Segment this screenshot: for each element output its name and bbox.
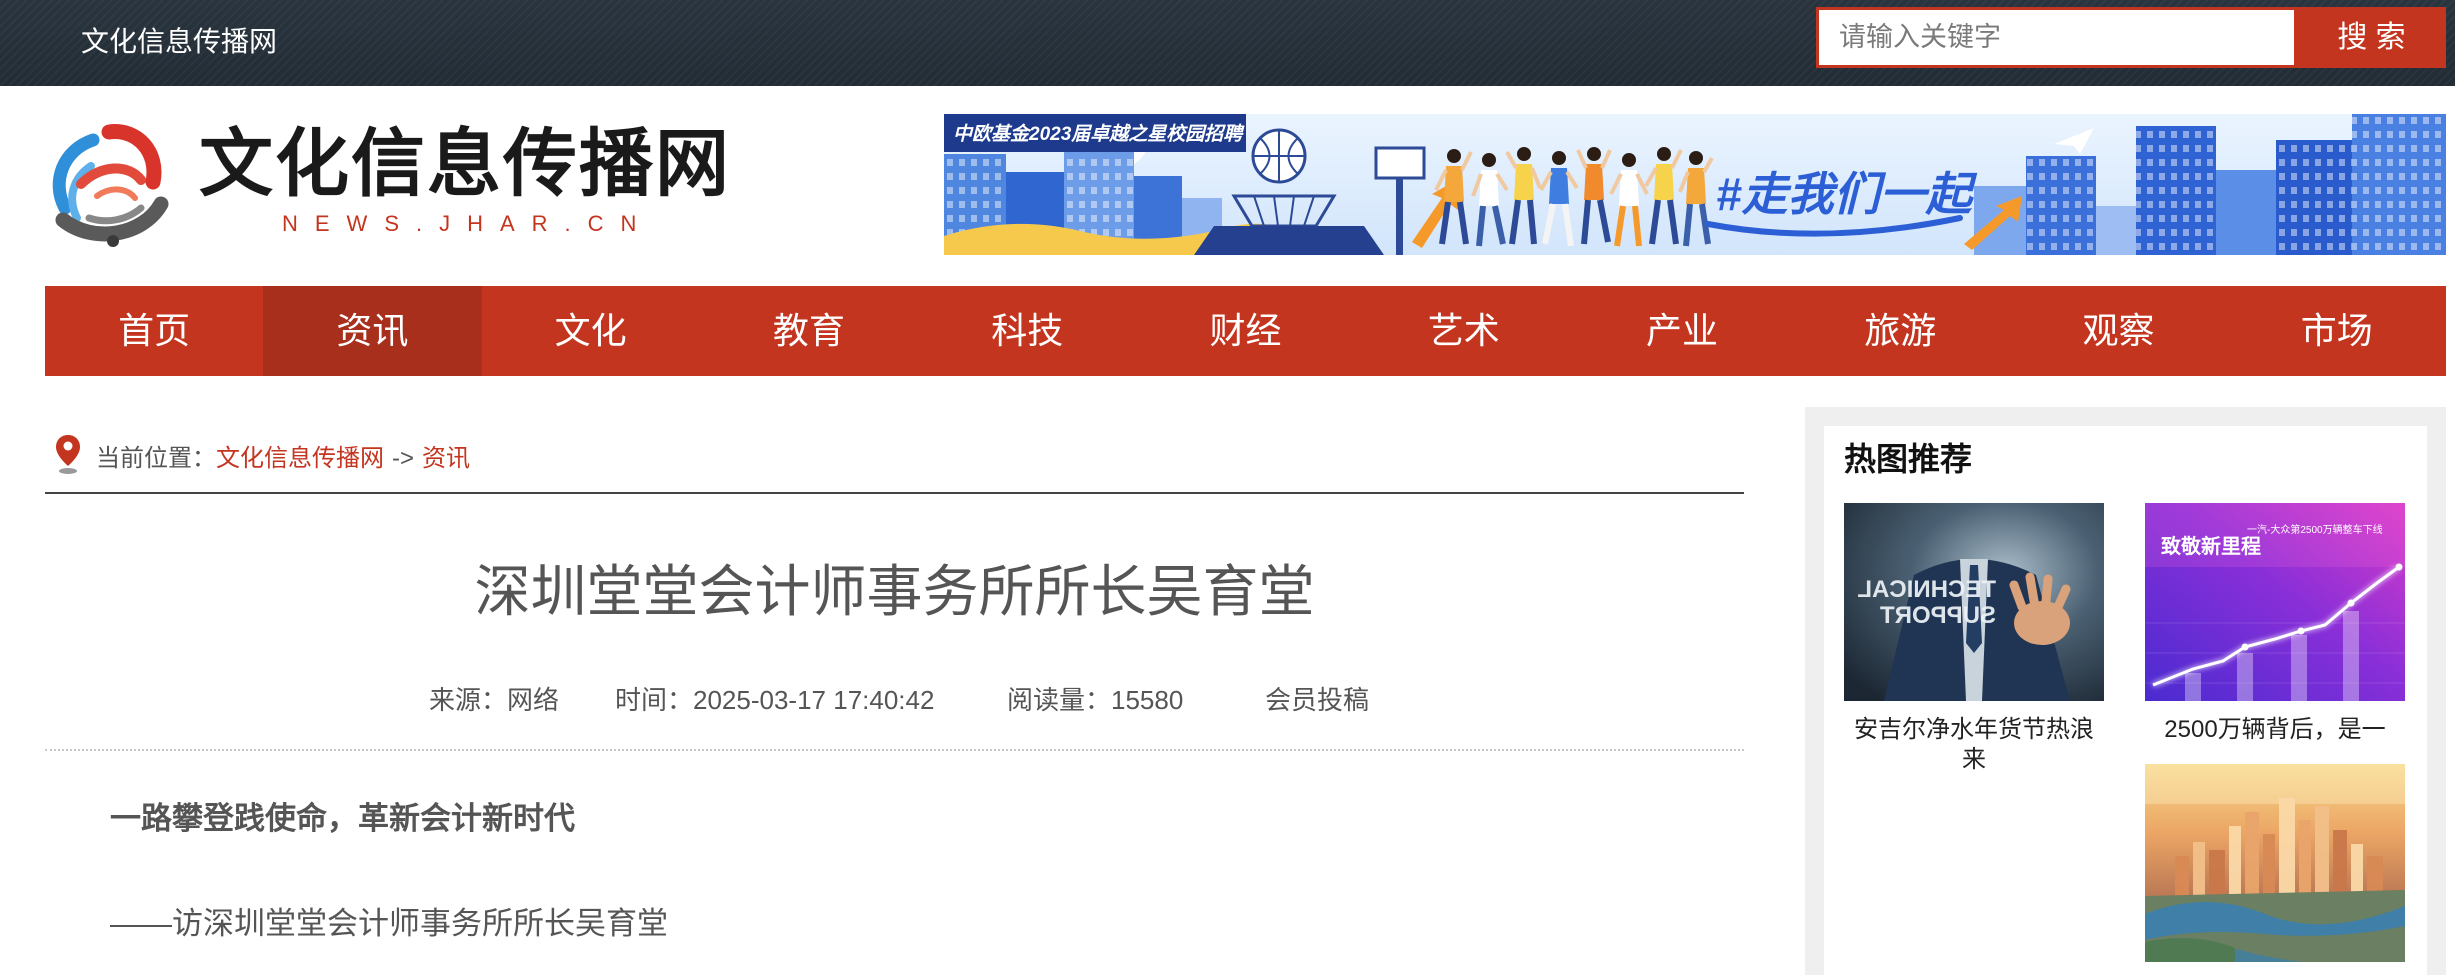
- meta-views: 阅读量：15580: [1007, 684, 1183, 716]
- search-button[interactable]: 搜 索: [2297, 7, 2446, 68]
- breadcrumb-current-link[interactable]: 资讯: [422, 445, 470, 472]
- nav-item-travel[interactable]: 旅游: [1791, 286, 2009, 376]
- nav-item-finance[interactable]: 财经: [1136, 286, 1354, 376]
- meta-source-label: 来源：: [429, 685, 508, 715]
- logo-domain: NEWS.JHAR.CN: [282, 211, 654, 236]
- search-box: [1816, 7, 2297, 68]
- meta-source-value: 网络: [507, 685, 560, 715]
- nav-item-news[interactable]: 资讯: [263, 286, 482, 376]
- nav-item-observation[interactable]: 观察: [2009, 286, 2227, 376]
- meta-time-label: 时间：: [615, 685, 694, 715]
- sidebar-heading: 热图推荐: [1844, 441, 1973, 477]
- main-nav: 首页 资讯 文化 教育 科技 财经 艺术 产业 旅游 观察 市场: [45, 286, 2446, 376]
- thumb-2-subtitle: 一汽-大众第2500万辆整车下线: [2247, 523, 2383, 536]
- hot-image-thumbnail[interactable]: TECHNICAL SUPPORT: [1844, 503, 2104, 701]
- hot-image-caption[interactable]: 安吉尔净水年货节热浪来: [1844, 715, 2104, 775]
- search-input[interactable]: [1819, 10, 2294, 65]
- banner-slogan-text: #走我们一起: [1716, 168, 1978, 220]
- nav-item-industry[interactable]: 产业: [1573, 286, 1791, 376]
- meta-time: 时间：2025-03-17 17:40:42: [615, 684, 934, 716]
- meta-views-label: 阅读量：: [1007, 685, 1112, 715]
- meta-contributor: 会员投稿: [1265, 685, 1370, 715]
- breadcrumb-separator: ->: [392, 445, 415, 472]
- breadcrumb: 当前位置：文化信息传播网 -> 资讯: [96, 443, 470, 475]
- banner-tag-text: 中欧基金2023届卓越之星校园招聘: [953, 123, 1245, 145]
- meta-divider: [45, 749, 1744, 751]
- thumb-2-headline: 致敬新里程: [2161, 534, 2261, 558]
- hot-image-thumbnail[interactable]: [2145, 764, 2405, 962]
- nav-item-culture[interactable]: 文化: [482, 286, 700, 376]
- breadcrumb-prefix: 当前位置：: [96, 445, 216, 472]
- thumb-1-text-line-1: TECHNICAL: [1857, 576, 1996, 603]
- meta-source: 来源：网络: [429, 684, 559, 716]
- globe-swirl-logo-icon: [47, 120, 171, 248]
- article-paragraph-lead: 一路攀登践使命，革新会计新时代: [110, 801, 575, 836]
- logo-title: 文化信息传播网: [199, 122, 731, 205]
- breadcrumb-divider: [45, 492, 1744, 494]
- nav-item-education[interactable]: 教育: [700, 286, 918, 376]
- top-site-name-link[interactable]: 文化信息传播网: [81, 24, 277, 60]
- hot-image-thumbnail[interactable]: 致敬新里程 一汽-大众第2500万辆整车下线: [2145, 503, 2405, 701]
- article-paragraph-subtitle: ——访深圳堂堂会计师事务所所长吴育堂: [110, 906, 668, 941]
- article-title: 深圳堂堂会计师事务所所长吴育堂: [474, 560, 1315, 623]
- nav-item-technology[interactable]: 科技: [918, 286, 1136, 376]
- header-ad-banner[interactable]: 中欧基金2023届卓越之星校园招聘 #走我们一起: [944, 114, 2446, 255]
- site-logo[interactable]: 文化信息传播网 NEWS.JHAR.CN: [47, 118, 747, 252]
- breadcrumb-home-link[interactable]: 文化信息传播网: [216, 445, 384, 472]
- meta-time-value: 2025-03-17 17:40:42: [693, 685, 935, 715]
- meta-views-value: 15580: [1111, 685, 1184, 715]
- thumb-1-text-line-2: SUPPORT: [1880, 602, 1996, 629]
- map-pin-icon: [55, 434, 81, 476]
- nav-item-art[interactable]: 艺术: [1355, 286, 1573, 376]
- top-bar: 文化信息传播网 搜 索: [0, 0, 2455, 86]
- nav-item-market[interactable]: 市场: [2228, 286, 2446, 376]
- nav-item-home[interactable]: 首页: [45, 286, 263, 376]
- hot-image-caption[interactable]: 2500万辆背后，是一: [2145, 715, 2405, 745]
